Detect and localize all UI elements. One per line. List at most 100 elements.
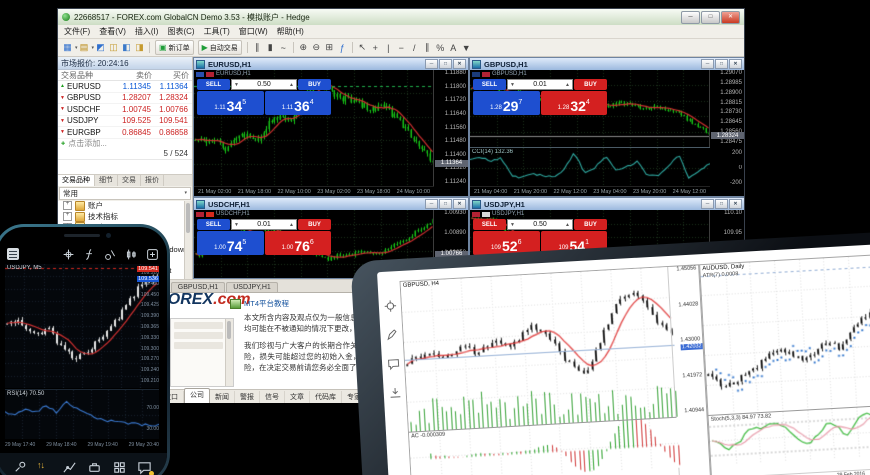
terminal-tab[interactable]: 代码库 (310, 391, 342, 403)
zoom-out-icon[interactable]: ⊖ (310, 41, 323, 54)
crosshair-icon[interactable]: + (369, 41, 382, 54)
price-axis[interactable]: 1.118801.118001.117201.116401.115601.114… (433, 70, 468, 196)
tablet-chart-1[interactable]: GBPUSD, H41.450561.440281.430001.419721.… (400, 264, 712, 475)
market-watch-add-row[interactable]: ✚点击添加... (58, 139, 192, 149)
expand-icon[interactable]: + (63, 212, 72, 221)
minimize-button[interactable]: ─ (701, 199, 714, 209)
chat-icon[interactable] (386, 357, 400, 371)
stepper-up-icon[interactable]: ▲ (289, 82, 294, 88)
maximize-button[interactable]: □ (701, 11, 720, 24)
menu-item[interactable]: 图表(C) (167, 26, 194, 37)
buy-price-box[interactable]: 1.28324 (541, 91, 608, 115)
phone-price-chart[interactable]: USDJPY, M5 109.510109.480109.450109.4251… (5, 264, 159, 388)
terminal-side-list[interactable] (170, 318, 234, 387)
minimize-button[interactable]: ─ (701, 59, 714, 69)
sell-button[interactable]: SELL (197, 79, 230, 90)
chart-window-titlebar[interactable]: USDJPY,H1─□✕ (470, 198, 744, 210)
stepper-down-icon[interactable]: ▼ (234, 82, 239, 88)
refresh-icon[interactable]: ◩ (94, 41, 107, 54)
crosshair-icon[interactable] (62, 248, 75, 261)
menu-item[interactable]: 工具(T) (204, 26, 230, 37)
menu-item[interactable]: 查看(V) (99, 26, 126, 37)
expand-icon[interactable]: + (63, 201, 72, 210)
quotes-icon[interactable]: ↑↓ (37, 460, 52, 475)
time-axis[interactable]: 21 May 04:0021 May 20:0022 May 12:0023 M… (470, 186, 710, 196)
time-axis[interactable]: 1 Jan 20165 Feb 201629 Feb 201622 Mar 20… (712, 466, 870, 475)
maximize-button[interactable]: □ (715, 59, 728, 69)
stepper-up-icon[interactable]: ▲ (289, 222, 294, 228)
market-watch-row[interactable]: ▼USDCHF1.007451.00766 (58, 104, 192, 116)
line-chart-icon[interactable]: ~ (277, 41, 290, 54)
chart-area[interactable]: GBPUSD,H1SELL▼0.01▲BUY1.282971.283241.29… (470, 70, 744, 196)
maximize-button[interactable]: □ (439, 59, 452, 69)
buy-price-box[interactable]: 1.11364 (265, 91, 332, 115)
market-watch-row[interactable]: ▼USDJPY109.525109.541 (58, 116, 192, 128)
terminal-tab[interactable]: 新闻 (210, 391, 235, 403)
candles-icon[interactable]: ▮ (264, 41, 277, 54)
chart-tab[interactable]: USDJPY,H1 (226, 282, 278, 292)
channel-icon[interactable]: ∥ (421, 41, 434, 54)
phone-price-canvas[interactable] (5, 264, 159, 388)
indicator-canvas[interactable] (709, 404, 870, 466)
indicators-icon[interactable] (83, 248, 96, 261)
indicator-subwindow[interactable]: CCI(14) 132.362000-200 (470, 147, 710, 188)
market-watch-tab[interactable]: 交易品种 (58, 175, 95, 186)
chart-window-gbpusd[interactable]: GBPUSD,H1─□✕GBPUSD,H1SELL▼0.01▲BUY1.2829… (469, 57, 744, 197)
vline-icon[interactable]: | (382, 41, 395, 54)
trade-icon[interactable] (87, 460, 102, 475)
minimize-button[interactable]: ─ (681, 11, 700, 24)
close-button[interactable]: ✕ (453, 199, 466, 209)
trendline-icon[interactable]: / (408, 41, 421, 54)
download-icon[interactable] (388, 386, 402, 400)
profiles-icon[interactable]: ▤ (78, 41, 91, 54)
cursor-icon[interactable]: ↖ (356, 41, 369, 54)
history-icon[interactable] (112, 460, 127, 475)
autotrade-button[interactable]: ▶自动交易 (198, 40, 242, 55)
chart-icon[interactable] (62, 460, 77, 475)
stepper-down-icon[interactable]: ▼ (234, 222, 239, 228)
stepper-up-icon[interactable]: ▲ (565, 82, 570, 88)
bars-icon[interactable]: ∥ (251, 41, 264, 54)
tablet-chart-2[interactable]: AUDUSD, DailyATR(7) 0.00080.768280.75902… (699, 250, 870, 475)
objects-icon[interactable] (104, 248, 117, 261)
maximize-button[interactable]: □ (715, 199, 728, 209)
close-button[interactable]: ✕ (729, 199, 742, 209)
lot-size-stepper[interactable]: ▼0.01▲ (507, 79, 573, 90)
new-window-icon[interactable] (146, 248, 159, 261)
terminal-tab[interactable]: 信号 (260, 391, 285, 403)
navigator-icon[interactable]: ◨ (133, 41, 146, 54)
navigator-item[interactable]: +账户 (58, 201, 192, 212)
stepper-down-icon[interactable]: ▼ (510, 82, 515, 88)
buy-price-box[interactable]: 1.00766 (265, 231, 332, 255)
sell-price-box[interactable]: 1.28297 (473, 91, 540, 115)
market-watch-row[interactable]: ▲EURUSD1.113451.11364 (58, 81, 192, 93)
minimize-button[interactable]: ─ (425, 59, 438, 69)
menu-item[interactable]: 文件(F) (64, 26, 90, 37)
market-watch-tab[interactable]: 报价 (141, 175, 164, 186)
buy-button[interactable]: BUY (574, 219, 607, 230)
price-canvas[interactable] (401, 267, 679, 432)
chart-area[interactable]: EURUSD,H1SELL▼0.50▲BUY1.113451.113641.11… (194, 70, 468, 196)
buy-button[interactable]: BUY (298, 79, 331, 90)
menu-item[interactable]: 帮助(H) (277, 26, 304, 37)
terminal-tab[interactable]: 公司 (184, 388, 210, 403)
window-titlebar[interactable]: 22668517 - FOREX.com GlobalCN Demo 3.53 … (58, 9, 744, 25)
chart-window-titlebar[interactable]: USDCHF,H1─□✕ (194, 198, 468, 210)
sell-price-box[interactable]: 1.11345 (197, 91, 264, 115)
sell-button[interactable]: SELL (197, 219, 230, 230)
sell-price-box[interactable]: 1.00745 (197, 231, 264, 255)
phone-rsi-panel[interactable]: RSI(14) 70.50 70.0030.00 (5, 389, 159, 440)
lot-size-stepper[interactable]: ▼0.01▲ (231, 219, 297, 230)
buy-button[interactable]: BUY (298, 219, 331, 230)
market-watch-tab[interactable]: 交易 (118, 175, 141, 186)
arrow-icon[interactable]: ▼ (460, 41, 473, 54)
stepper-up-icon[interactable]: ▲ (565, 222, 570, 228)
data-window-icon[interactable]: ◧ (120, 41, 133, 54)
market-watch-row[interactable]: ▼EURGBP0.868450.86858 (58, 127, 192, 139)
price-axis[interactable]: 1.290701.289851.289001.288151.287301.286… (709, 70, 744, 196)
time-axis[interactable]: 21 May 02:0021 May 18:0022 May 10:0023 M… (194, 186, 434, 196)
chart-window-eurusd[interactable]: EURUSD,H1─□✕EURUSD,H1SELL▼0.50▲BUY1.1134… (193, 57, 469, 197)
market-watch-icon[interactable]: ◫ (107, 41, 120, 54)
terminal-tab[interactable]: 文章 (285, 391, 310, 403)
sell-button[interactable]: SELL (473, 79, 506, 90)
